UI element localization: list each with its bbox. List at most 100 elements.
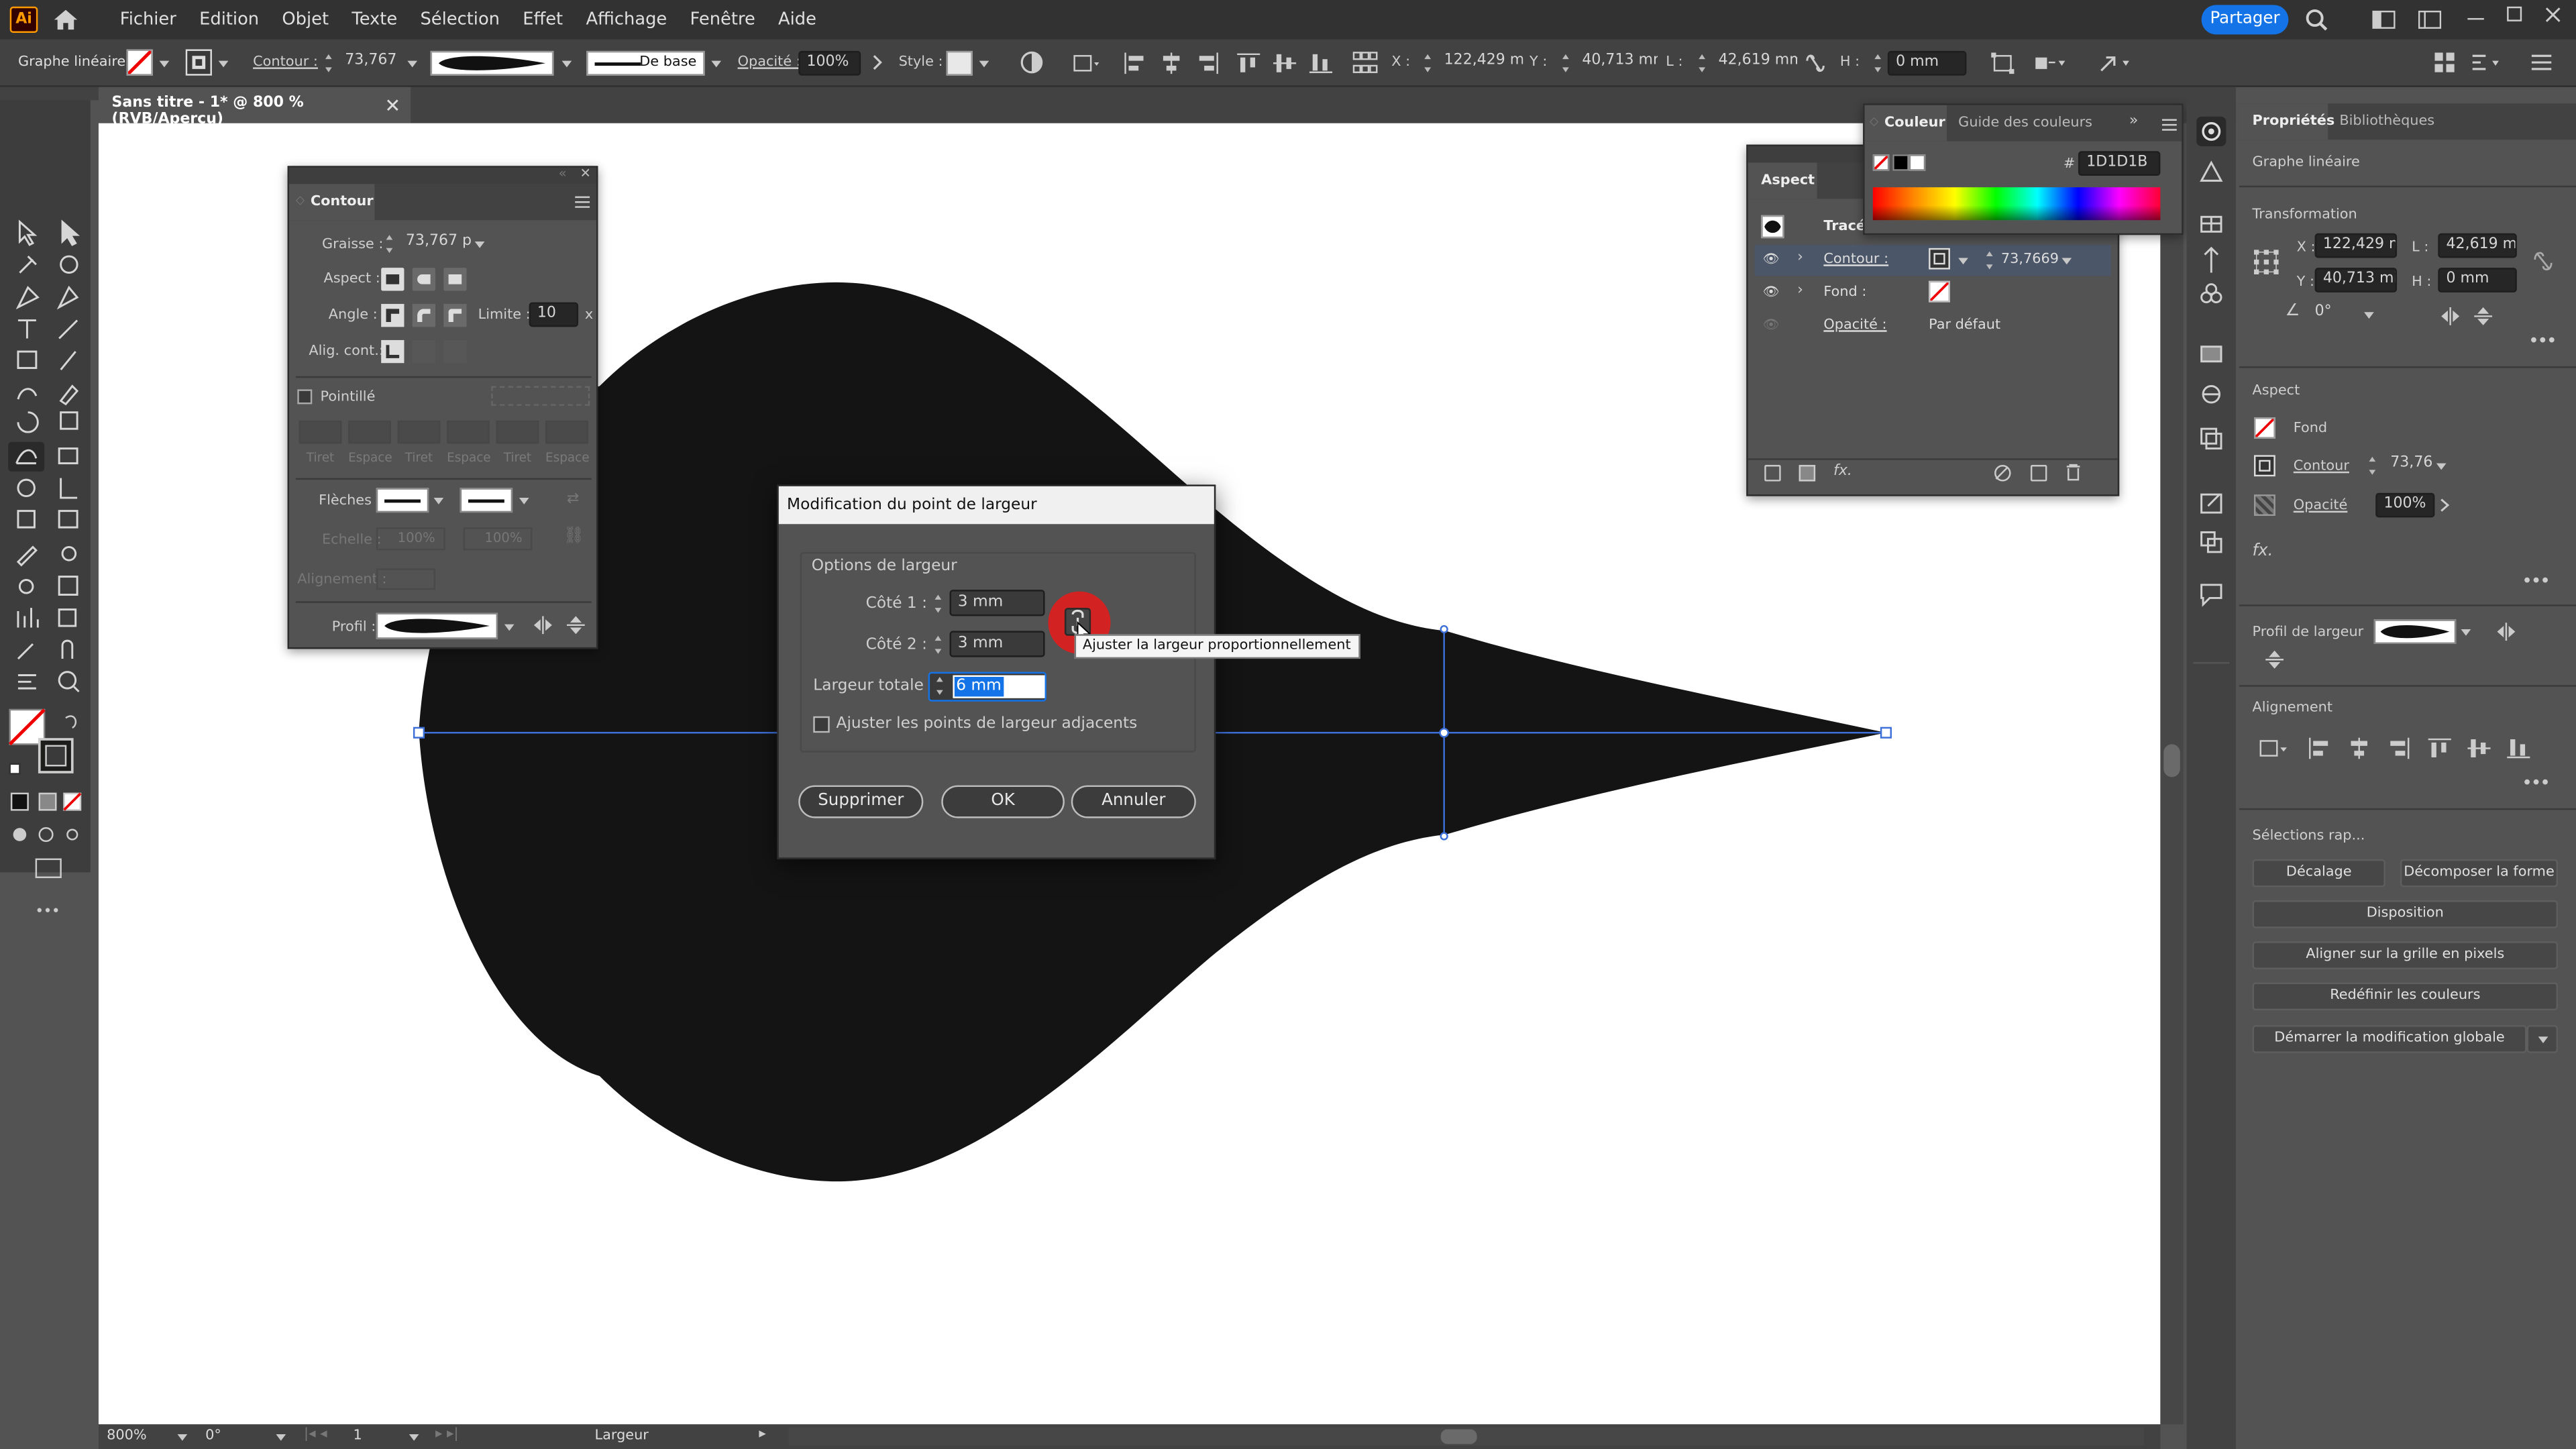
rotation-value[interactable]: 0° [205,1428,221,1444]
fill-row-label[interactable]: Fond : [1823,284,1866,301]
search-icon[interactable] [2305,8,2328,31]
prop-stroke-label[interactable]: Contour [2294,458,2349,474]
dashed-checkbox[interactable] [297,389,313,405]
prop-constrain-icon[interactable] [2533,250,2553,272]
align-hcenter-icon[interactable] [1160,52,1183,74]
corner-round-button[interactable] [412,304,435,327]
color-spectrum[interactable] [1872,187,2161,221]
side1-stepper[interactable] [933,593,945,614]
prop-stroke-input[interactable]: 73,76: [2383,453,2433,478]
y-stepper[interactable] [1561,52,1572,74]
alignment-more-icon[interactable]: ••• [2522,772,2551,794]
menu-item-selection[interactable]: Sélection [409,10,511,30]
prop-flip-h-icon[interactable] [2441,307,2460,325]
fill-swatch[interactable] [126,49,153,76]
toolbar-icons[interactable] [0,202,99,941]
artboard-dropdown-icon[interactable] [409,1434,419,1441]
visibility-icon[interactable]: 👁 [1763,252,1780,266]
dock-appearance-icon[interactable] [2196,116,2226,146]
aspect-row-contour[interactable]: 👁 › Contour : 73,7669 [1754,244,2111,276]
align-bottom-icon[interactable] [1309,52,1333,74]
hex-input[interactable]: 1D1D1B [2078,151,2161,176]
anchor-point-left[interactable] [413,727,425,739]
dock-icons[interactable] [2196,158,2226,651]
add-fill-icon[interactable] [1799,465,1816,482]
vertical-scrollbar[interactable] [2160,123,2184,1425]
stroke-dropdown-icon[interactable] [218,60,229,68]
artboard-nav-arrows[interactable]: |◂ ◂ [304,1426,327,1442]
menu-item-effet[interactable]: Effet [511,10,574,30]
width-profile-preview[interactable] [430,50,554,76]
properties-tab[interactable]: Propriétés [2239,103,2334,140]
prop-align-bottom-icon[interactable] [2507,738,2530,759]
isolate-icon[interactable] [2034,52,2067,74]
clear-appearance-icon[interactable] [1994,465,2011,482]
prop-fill-label[interactable]: Fond [2294,421,2327,437]
width-handle-top[interactable] [1440,625,1448,634]
prop-l-input[interactable]: 42,619 mr [2438,233,2517,258]
prop-profile-flip-v-icon[interactable] [2265,650,2284,669]
anchor-point-right[interactable] [1880,727,1892,739]
close-tab-icon[interactable] [386,99,400,112]
align-top-icon[interactable] [1237,52,1260,74]
l-input[interactable]: 42,619 mm [1712,51,1798,76]
aspect-more-icon[interactable]: ••• [2522,570,2551,592]
delete-item-icon[interactable] [2065,464,2081,482]
side1-input[interactable]: 3 mm [949,590,1045,616]
color-guide-tab[interactable]: Guide des couleurs [1958,115,2092,131]
weight-input[interactable]: 73,767 pt [399,231,472,256]
h-input[interactable]: 0 mm [1887,50,1967,76]
fill-row-swatch[interactable] [1929,280,1950,303]
window-close-icon[interactable] [2543,5,2563,24]
menu-item-edition[interactable]: Edition [188,10,270,30]
weight-dropdown-icon[interactable] [474,241,485,248]
stroke-swatch[interactable] [185,49,212,76]
decompose-shape-button[interactable]: Décomposer la forme [2400,859,2559,888]
recolor-icon[interactable] [1020,51,1043,74]
window-restore-icon[interactable] [2507,6,2522,21]
style-dropdown-icon[interactable] [979,60,989,68]
cap-round-button[interactable] [412,268,435,291]
cap-butt-button[interactable] [381,268,405,291]
align-left-icon[interactable] [1124,52,1146,74]
profile-dropdown-icon[interactable] [504,624,515,631]
arrow-end-dropdown-icon[interactable] [519,498,529,504]
contour-tab[interactable]: ◇ Contour [289,184,375,221]
color-panel-menu-icon[interactable] [2161,118,2177,131]
window-minimize-icon[interactable] [2467,17,2484,20]
global-edit-button[interactable]: Démarrer la modification globale [2252,1025,2527,1053]
constrain-proportions-icon[interactable] [1805,52,1825,74]
stroke-label[interactable]: Contour : [253,54,318,70]
prop-align-right-icon[interactable] [2387,737,2410,759]
opacity-chevron-icon[interactable] [871,54,884,70]
cap-square-button[interactable] [443,268,467,291]
arrange-documents-icon[interactable] [2418,10,2442,30]
transform-more-icon[interactable]: ••• [2528,330,2557,352]
delete-button[interactable]: Supprimer [798,785,924,818]
y-input[interactable]: 40,713 mm [1576,51,1658,76]
aspect-row-opacity[interactable]: 👁 Opacité : Par défaut [1755,311,2111,342]
profile-select[interactable] [376,612,498,639]
share-button[interactable]: Partager [2201,5,2289,35]
x-stepper[interactable] [1423,52,1434,74]
none-swatch[interactable] [1872,154,1890,171]
cancel-button[interactable]: Annuler [1071,785,1196,818]
visibility-icon[interactable]: 👁 [1763,284,1780,299]
prop-y-input[interactable]: 40,713 mi [2314,268,2398,292]
color-tab[interactable]: ◇ Couleur [1864,105,1947,142]
prop-profile-flip-h-icon[interactable] [2497,623,2516,641]
fill-dropdown-icon[interactable] [159,60,170,68]
prop-width-profile-dropdown-icon[interactable] [2461,629,2471,636]
contour-row-swatch[interactable] [1929,248,1950,270]
prop-width-profile-select[interactable] [2373,619,2457,645]
contour-row-value[interactable]: 73,7669 [2001,252,2059,268]
menu-item-affichage[interactable]: Affichage [574,10,678,30]
aspect-tab[interactable]: Aspect [1748,162,1817,199]
more-options-icon[interactable] [2530,52,2553,72]
opacity-label[interactable]: Opacité : [738,54,801,70]
aspect-row-fill[interactable]: 👁 › Fond : [1755,278,2111,309]
stroke-weight-input[interactable]: 73,767 p [338,51,400,76]
black-swatch[interactable] [1892,154,1909,171]
panel-collapse-icon[interactable]: « [559,166,567,180]
align-pixel-grid-button[interactable]: Aligner sur la grille en pixels [2252,941,2559,969]
